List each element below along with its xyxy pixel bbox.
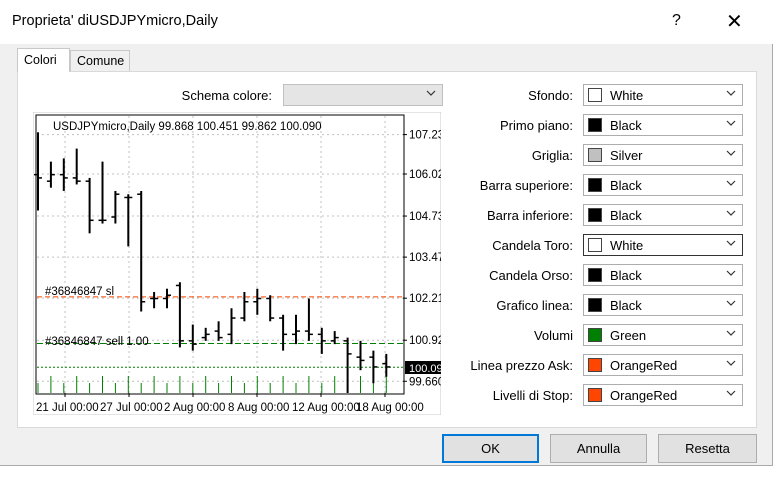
property-label: Grafico linea: bbox=[496, 298, 573, 313]
tab-label: Comune bbox=[77, 54, 125, 68]
color-select[interactable]: Silver bbox=[583, 144, 743, 166]
tab-label: Colori bbox=[24, 53, 57, 67]
color-value: OrangeRed bbox=[610, 358, 678, 373]
color-swatch bbox=[588, 88, 602, 102]
property-label: Griglia: bbox=[531, 148, 573, 163]
color-scheme-select[interactable] bbox=[283, 84, 443, 106]
sl-label: #36846847 sl bbox=[45, 286, 114, 298]
chart-header: USDJPYmicro,Daily 99.868 100.451 99.862 … bbox=[53, 121, 322, 133]
chart-preview: 107.230106.020104.730103.470102.210100.9… bbox=[32, 111, 451, 416]
color-select[interactable]: Black bbox=[583, 294, 743, 316]
x-tick-label: 18 Aug 00:00 bbox=[356, 402, 424, 414]
color-select[interactable]: Green bbox=[583, 324, 743, 346]
color-swatch bbox=[588, 148, 602, 162]
color-value: OrangeRed bbox=[610, 388, 678, 403]
color-swatch bbox=[588, 358, 602, 372]
dialog-title: Proprieta' diUSDJPYmicro,Daily bbox=[12, 13, 218, 29]
chevron-down-icon bbox=[726, 210, 736, 216]
chevron-down-icon bbox=[726, 300, 736, 306]
color-select[interactable]: Black bbox=[583, 264, 743, 286]
color-value: Green bbox=[610, 328, 647, 343]
chevron-down-icon bbox=[726, 240, 736, 246]
color-select[interactable]: OrangeRed bbox=[583, 384, 743, 406]
color-swatch bbox=[588, 178, 602, 192]
property-label: Primo piano: bbox=[500, 118, 573, 133]
color-value: Black bbox=[610, 208, 642, 223]
chevron-down-icon bbox=[726, 180, 736, 186]
chevron-down-icon bbox=[726, 150, 736, 156]
reset-button[interactable]: Resetta bbox=[658, 434, 757, 463]
color-value: Silver bbox=[610, 148, 643, 163]
color-select[interactable]: White bbox=[583, 234, 743, 256]
x-tick-label: 8 Aug 00:00 bbox=[228, 402, 289, 414]
cancel-button[interactable]: Annulla bbox=[550, 434, 647, 463]
title-bar: Proprieta' diUSDJPYmicro,Daily ? ✕ bbox=[0, 0, 773, 44]
color-select[interactable]: Black bbox=[583, 114, 743, 136]
ok-button[interactable]: OK bbox=[442, 434, 539, 463]
color-select[interactable]: OrangeRed bbox=[583, 354, 743, 376]
x-tick-label: 12 Aug 00:00 bbox=[292, 402, 360, 414]
color-swatch bbox=[588, 208, 602, 222]
color-swatch bbox=[588, 328, 602, 342]
color-swatch bbox=[588, 268, 602, 282]
close-button[interactable]: ✕ bbox=[726, 9, 743, 34]
color-swatch bbox=[588, 388, 602, 402]
color-swatch bbox=[588, 298, 602, 312]
property-label: Barra inferiore: bbox=[487, 208, 573, 223]
color-value: Black bbox=[610, 268, 642, 283]
chevron-down-icon bbox=[726, 330, 736, 336]
color-value: Black bbox=[610, 118, 642, 133]
x-tick-label: 2 Aug 00:00 bbox=[164, 402, 225, 414]
color-select[interactable]: Black bbox=[583, 174, 743, 196]
color-select[interactable]: White bbox=[583, 84, 743, 106]
chart-preview-svg: 107.230106.020104.730103.470102.210100.9… bbox=[32, 111, 451, 416]
property-label: Barra superiore: bbox=[479, 178, 573, 193]
color-select[interactable]: Black bbox=[583, 204, 743, 226]
properties-dialog: Proprieta' diUSDJPYmicro,Daily ? ✕ Color… bbox=[0, 0, 773, 466]
y-tick-label: 103.470 bbox=[409, 252, 441, 264]
x-tick-label: 21 Jul 00:00 bbox=[36, 402, 99, 414]
color-swatch bbox=[588, 238, 602, 252]
property-label: Sfondo: bbox=[528, 88, 573, 103]
chevron-down-icon bbox=[726, 390, 736, 396]
property-label: Candela Toro: bbox=[492, 238, 573, 253]
color-value: Black bbox=[610, 298, 642, 313]
x-tick-label: 27 Jul 00:00 bbox=[100, 402, 163, 414]
color-value: White bbox=[610, 88, 644, 103]
tab-common[interactable]: Comune bbox=[70, 50, 130, 71]
color-scheme-label: Schema colore: bbox=[181, 88, 272, 103]
sell-label: #36846847 sell 1.00 bbox=[45, 336, 149, 348]
chevron-down-icon bbox=[726, 120, 736, 126]
property-label: Candela Orso: bbox=[489, 268, 573, 283]
property-label: Linea prezzo Ask: bbox=[470, 358, 573, 373]
help-button[interactable]: ? bbox=[672, 12, 681, 30]
chevron-down-icon bbox=[726, 360, 736, 366]
color-value: White bbox=[610, 238, 644, 253]
chevron-down-icon bbox=[726, 90, 736, 96]
color-value: Black bbox=[610, 178, 642, 193]
y-tick-label: 99.660 bbox=[409, 376, 441, 388]
color-swatch bbox=[588, 118, 602, 132]
property-label: Volumi bbox=[533, 328, 573, 343]
tab-colors[interactable]: Colori bbox=[17, 48, 70, 72]
property-label: Livelli di Stop: bbox=[492, 388, 573, 403]
chevron-down-icon bbox=[726, 270, 736, 276]
